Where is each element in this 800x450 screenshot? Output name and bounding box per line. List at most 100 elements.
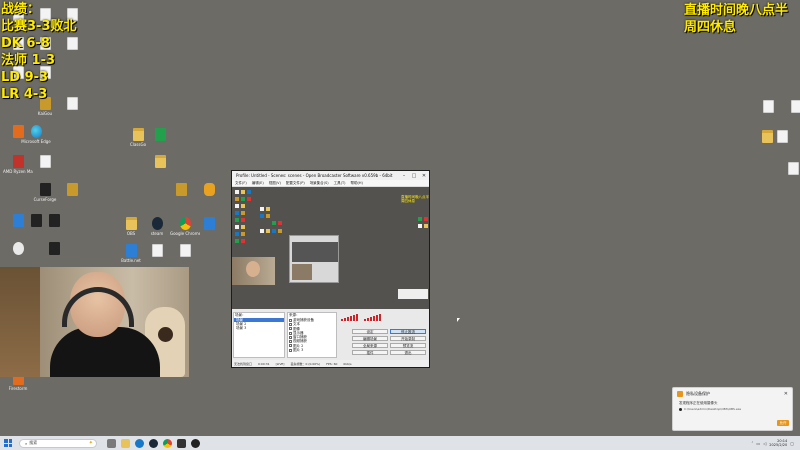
clock[interactable]: 20:14 2025/2/20 [769, 439, 787, 447]
privacy-notification[interactable]: 隐私设备保护 ✕ 发现程序正在使用摄像头 C:\Users\admin\Desk… [672, 387, 793, 431]
start-recording-button[interactable]: 开始录制 [390, 336, 426, 341]
file-explorer-icon[interactable] [121, 438, 130, 448]
menu-tools[interactable]: 工具(T) [334, 180, 346, 186]
menu-file[interactable]: 文件(F) [235, 180, 247, 186]
notification-title: 隐私设备保护 [686, 391, 710, 396]
plugins-button[interactable]: 插件 [352, 350, 388, 355]
obs-window[interactable]: Profile: Untitled - Scenes: scenes - Ope… [231, 170, 430, 368]
obs-icon[interactable] [191, 438, 200, 448]
desktop-icon-steam[interactable]: steam [143, 217, 171, 236]
edge-icon[interactable] [135, 438, 144, 448]
network-icon[interactable]: ▭ [756, 441, 760, 446]
global-sources-button[interactable]: 全局来源 [352, 343, 388, 348]
chevron-up-icon[interactable]: ˄ [751, 441, 753, 446]
preview-mini-icon [241, 225, 245, 229]
source-checkbox[interactable] [289, 322, 292, 326]
preview-obs-cam [292, 264, 312, 280]
desktop-icon-owl[interactable] [195, 183, 223, 197]
windows-start-icon[interactable] [4, 439, 12, 447]
meter-bar [373, 316, 375, 321]
source-checkbox[interactable] [289, 331, 292, 335]
volume-icon[interactable]: ◁ [763, 441, 766, 446]
meter-bar [344, 318, 346, 321]
edge-icon [30, 125, 42, 138]
edit-scene-button[interactable]: 编辑场景 [352, 336, 388, 341]
source-checkbox[interactable] [289, 348, 292, 352]
desktop-icon-file[interactable] [779, 162, 800, 176]
mic-audio-meter [364, 314, 381, 321]
taskbar-search[interactable]: ⌕ 搜索 ✦ [19, 438, 97, 448]
desktop-icon-app[interactable] [40, 214, 68, 228]
overlay-line: 直播时间晚八点半 [684, 3, 789, 18]
steam-icon[interactable] [149, 438, 158, 448]
desktop-icon-app[interactable] [4, 242, 32, 256]
exit-button[interactable]: 退出 [390, 350, 426, 355]
scene-item[interactable]: 场景 3 [234, 326, 284, 330]
clock-date: 2025/2/20 [769, 443, 788, 447]
preview-mini-icon [241, 218, 245, 222]
app-icon [12, 242, 24, 255]
desktop-icon-label: AMD Ryzen Master [3, 169, 33, 174]
desktop-icon-label: Microsoft Edge [21, 139, 51, 144]
desktop-icon-file[interactable] [782, 100, 800, 114]
chrome-icon[interactable] [163, 438, 172, 448]
desktop-icon-app[interactable] [167, 183, 195, 197]
maximize-icon[interactable]: □ [409, 173, 419, 179]
obs-preview[interactable]: 直播时间晚八点半 周四休息 [232, 187, 429, 309]
desktop-icon-battlenet[interactable]: Battle.net [117, 244, 145, 263]
source-item[interactable]: 图片 3 [288, 348, 336, 352]
meter-bar [356, 314, 358, 321]
source-checkbox[interactable] [289, 340, 292, 344]
allow-button[interactable]: 允许 [777, 420, 789, 426]
source-checkbox[interactable] [289, 344, 292, 348]
desktop-icon-folder[interactable]: OBS [117, 217, 145, 236]
source-checkbox[interactable] [289, 335, 292, 339]
desktop-icon-file[interactable] [754, 100, 782, 114]
desktop-audio-meter [341, 314, 358, 321]
desktop-icon-wow[interactable] [58, 183, 86, 197]
preview-mini-icon [424, 217, 428, 221]
desktop-icon-folder[interactable] [146, 155, 174, 169]
notification-bell-icon[interactable]: ▢ [790, 441, 794, 446]
desktop-icon-app[interactable] [4, 125, 32, 139]
source-checkbox[interactable] [289, 327, 292, 331]
task-view-icon[interactable] [107, 438, 116, 448]
desktop-icon-file[interactable] [31, 155, 59, 169]
desktop-icon-folder[interactable] [753, 130, 781, 144]
desktop-icon-file[interactable] [143, 244, 171, 258]
curseforge-icon[interactable] [177, 438, 186, 448]
stop-stream-button[interactable]: 停止推流 [390, 329, 426, 334]
desktop-icon-curseforge[interactable]: CurseForge [31, 183, 59, 202]
file-icon [762, 100, 774, 113]
desktop-icon-label: steam [150, 231, 164, 236]
menu-profile[interactable]: 配置文件(P) [286, 180, 305, 186]
start-tile [8, 443, 12, 447]
settings-button[interactable]: 设定 [352, 329, 388, 334]
app-icon [175, 183, 187, 196]
desktop-icon-app[interactable] [40, 242, 68, 256]
menu-edit[interactable]: 编辑(E) [252, 180, 264, 186]
close-icon[interactable]: ✕ [419, 173, 429, 179]
source-label: 图片 3 [293, 348, 304, 353]
status-live: [LIVE] [275, 361, 285, 366]
control-buttons: 设定 停止推流 编辑场景 开始录制 全局来源 预览流 插件 退出 [350, 329, 428, 358]
desktop-icon-amd[interactable]: AMD Ryzen Master [3, 155, 33, 174]
preview-mini-icon [241, 204, 245, 208]
preview-stream-button[interactable]: 预览流 [390, 343, 426, 348]
menu-view[interactable]: 视图(V) [269, 180, 281, 186]
source-checkbox[interactable] [289, 318, 292, 322]
start-tile [4, 439, 8, 443]
close-icon[interactable]: ✕ [784, 391, 788, 397]
obs-title-bar[interactable]: Profile: Untitled - Scenes: scenes - Ope… [232, 171, 429, 180]
webcam-feed [0, 267, 189, 377]
wow-icon [66, 183, 78, 196]
menu-scene-collection[interactable]: 场景集合(S) [310, 180, 329, 186]
menu-help[interactable]: 帮助(H) [351, 180, 363, 186]
desktop-icon-app[interactable] [195, 217, 223, 231]
minimize-icon[interactable]: – [399, 173, 409, 179]
webcam-cat-tree-hole [158, 327, 173, 342]
amd-icon [12, 155, 24, 168]
preview-mini-icon [260, 214, 264, 218]
desktop-icon-app[interactable] [146, 128, 174, 142]
desktop-icon-file[interactable] [171, 244, 199, 258]
